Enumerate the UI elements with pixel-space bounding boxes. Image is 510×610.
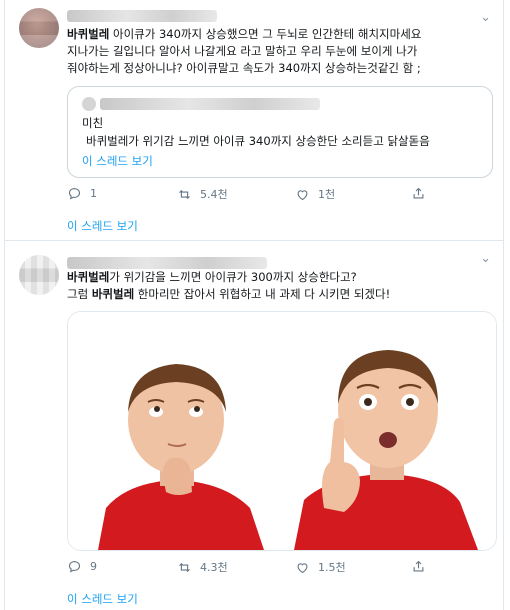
reply-icon bbox=[68, 187, 81, 200]
share-icon bbox=[413, 187, 424, 199]
quoted-author-name bbox=[100, 98, 320, 110]
like-button[interactable]: 1천 bbox=[295, 186, 335, 202]
retweet-icon bbox=[179, 562, 190, 572]
like-count: 1천 bbox=[318, 188, 336, 201]
timeline: ⌄ 바퀴벌레 아이큐가 340까지 상승했으면 그 두뇌로 인간한테 해치지마세… bbox=[4, 0, 504, 610]
retweet-count: 5.4천 bbox=[200, 188, 228, 201]
retweet-count: 4.3천 bbox=[200, 561, 228, 574]
share-button[interactable] bbox=[411, 559, 426, 574]
quoted-avatar bbox=[82, 97, 96, 111]
like-count: 1.5천 bbox=[318, 561, 346, 574]
heart-icon bbox=[297, 562, 308, 573]
author-name[interactable] bbox=[67, 10, 217, 22]
tweet-text-line: 줘야하는게 정상아니냐? 아이큐말고 속도가 340까지 상승하는것같긴 함 ; bbox=[67, 61, 421, 75]
tweet-text-line: 지나가는 길입니다 알아서 나갈게요 라고 말하고 우리 두눈에 보이게 나가 bbox=[67, 44, 418, 58]
retweet-button[interactable]: 5.4천 bbox=[177, 186, 228, 202]
share-icon bbox=[413, 560, 424, 572]
chevron-down-icon[interactable]: ⌄ bbox=[480, 10, 491, 25]
author-name[interactable] bbox=[67, 257, 267, 269]
two-boys-image bbox=[68, 312, 496, 550]
tweet[interactable]: ⌄ 바퀴벌레가 위기감을 느끼면 아이큐가 300까지 상승한다고? 그럼 바퀴… bbox=[5, 241, 503, 610]
reply-button[interactable]: 1 bbox=[67, 186, 97, 201]
retweet-icon bbox=[179, 189, 190, 199]
quoted-thread-link[interactable]: 이 스레드 보기 bbox=[82, 153, 153, 169]
avatar[interactable] bbox=[19, 8, 59, 48]
avatar[interactable] bbox=[19, 255, 59, 295]
reply-icon bbox=[68, 560, 81, 573]
quoted-label: 미친 bbox=[82, 116, 104, 130]
action-bar: 9 4.3천 1.5천 bbox=[67, 559, 487, 575]
tweet-image[interactable] bbox=[67, 311, 497, 551]
tweet-text: 바퀴벌레가 위기감을 느끼면 아이큐가 300까지 상승한다고? 그럼 바퀴벌레… bbox=[67, 269, 390, 303]
quoted-tweet[interactable]: 미친 바퀴벌레가 위기감 느끼면 아이큐 340까지 상승한단 소리듣고 닭살돋… bbox=[67, 86, 493, 178]
reply-count: 9 bbox=[90, 560, 97, 573]
reply-count: 1 bbox=[90, 187, 97, 200]
tweet-text-line: 바퀴벌레가 위기감을 느끼면 아이큐가 300까지 상승한다고? bbox=[67, 270, 357, 284]
chevron-down-icon[interactable]: ⌄ bbox=[480, 251, 491, 266]
tweet-text: 바퀴벌레 아이큐가 340까지 상승했으면 그 두뇌로 인간한테 해치지마세요 … bbox=[67, 26, 421, 77]
action-bar: 1 5.4천 1천 bbox=[67, 186, 487, 202]
tweet[interactable]: ⌄ 바퀴벌레 아이큐가 340까지 상승했으면 그 두뇌로 인간한테 해치지마세… bbox=[5, 0, 503, 241]
reply-button[interactable]: 9 bbox=[67, 559, 97, 574]
quoted-text: 바퀴벌레가 위기감 느끼면 아이큐 340까지 상승한단 소리듣고 닭살돋음 bbox=[86, 134, 430, 148]
thread-link[interactable]: 이 스레드 보기 bbox=[67, 218, 138, 234]
thread-link[interactable]: 이 스레드 보기 bbox=[67, 591, 138, 607]
retweet-button[interactable]: 4.3천 bbox=[177, 559, 228, 575]
like-button[interactable]: 1.5천 bbox=[295, 559, 346, 575]
tweet-text-line: 그럼 바퀴벌레 한마리만 잡아서 위협하고 내 과제 다 시키면 되겠다! bbox=[67, 287, 391, 301]
heart-icon bbox=[297, 189, 308, 200]
share-button[interactable] bbox=[411, 186, 426, 201]
tweet-text-line: 바퀴벌레 아이큐가 340까지 상승했으면 그 두뇌로 인간한테 해치지마세요 bbox=[67, 27, 422, 41]
